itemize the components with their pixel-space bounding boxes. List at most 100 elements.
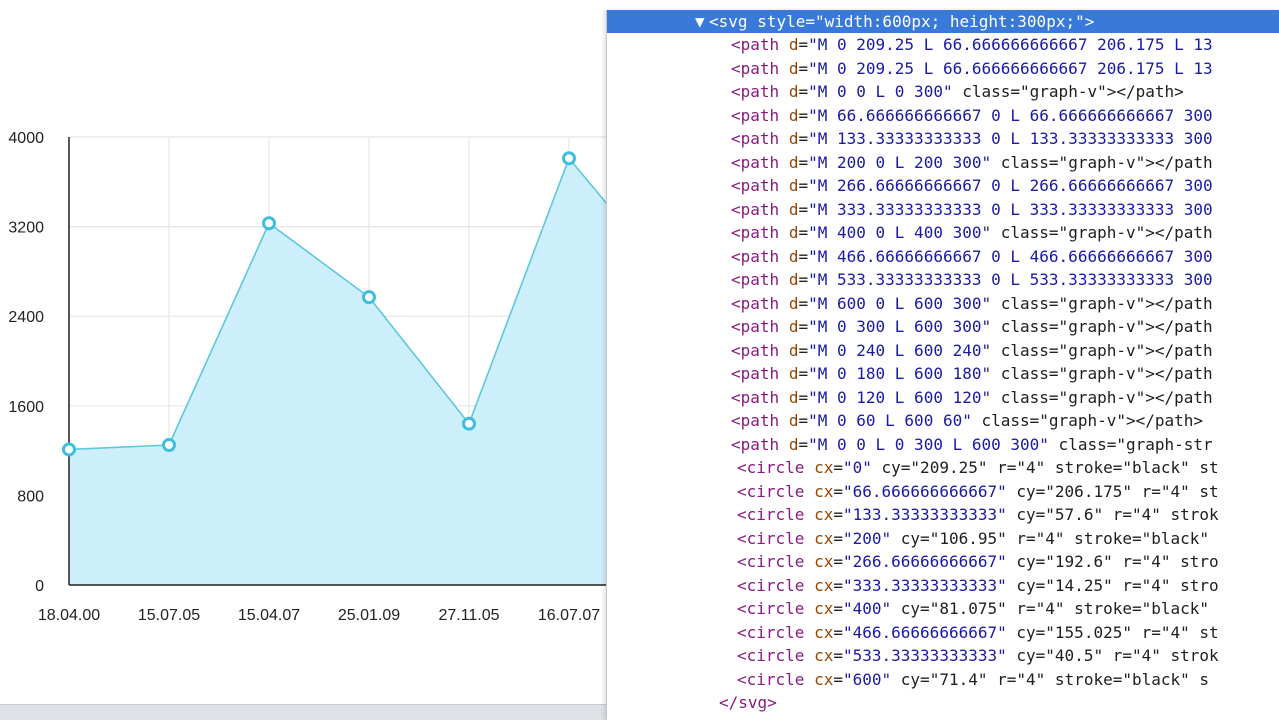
path-element-node[interactable]: <path d="M 200 0 L 200 300" class="graph… <box>731 151 1213 174</box>
code-token-tag: < <box>731 270 741 289</box>
path-element-node[interactable]: <path d="M 0 120 L 600 120" class="graph… <box>731 386 1213 409</box>
path-element-node[interactable]: <path d="M 266.66666666667 0 L 266.66666… <box>731 174 1213 197</box>
code-token-plain: = <box>833 552 843 571</box>
code-token-plain: = <box>798 293 809 313</box>
bottom-scrollbar[interactable] <box>0 704 612 720</box>
code-token-tag: < <box>731 317 741 336</box>
code-token-attr: cx <box>814 458 834 477</box>
circle-element-node[interactable]: <circle cx="133.33333333333" cy="57.6" r… <box>737 503 1219 526</box>
path-element-node[interactable]: <path d="M 333.33333333333 0 L 333.33333… <box>731 198 1213 221</box>
code-token-plain: = <box>798 364 809 383</box>
code-token-plain: = <box>798 340 809 360</box>
code-token-val: "M 0 120 L 600 120" <box>808 387 992 407</box>
circle-element-node[interactable]: <circle cx="200" cy="106.95" r="4" strok… <box>737 527 1209 550</box>
data-point[interactable] <box>462 416 476 431</box>
circle-element-node[interactable]: <circle cx="600" cy="71.4" r="4" stroke=… <box>737 668 1209 691</box>
code-token-tag: circle <box>746 552 805 571</box>
path-element-node[interactable]: <path d="M 600 0 L 600 300" class="graph… <box>731 292 1213 315</box>
svg-close-node[interactable]: </svg> <box>719 691 777 714</box>
code-token-val: "M 66.666666666667 0 L 66.666666666667 3… <box>808 105 1213 125</box>
code-token-tag: path <box>740 246 780 266</box>
code-token-attr: d <box>788 364 799 383</box>
circle-element-node[interactable]: <circle cx="400" cy="81.075" r="4" strok… <box>737 597 1209 620</box>
path-element-node[interactable]: <path d="M 0 60 L 600 60" class="graph-v… <box>731 409 1203 432</box>
y-tick-label: 800 <box>17 488 44 505</box>
code-token-tag: < <box>731 82 741 101</box>
code-token-attr: d <box>788 246 799 266</box>
path-element-node[interactable]: <path d="M 0 0 L 0 300" class="graph-v">… <box>731 80 1184 103</box>
code-token-tag: < <box>737 458 747 477</box>
circle-element-node[interactable]: <circle cx="533.33333333333" cy="40.5" r… <box>737 644 1219 667</box>
code-token-val: "0" <box>842 458 872 477</box>
code-token-plain: cy="81.075" r="4" stroke="black" <box>891 599 1210 618</box>
expand-triangle-icon[interactable]: ▼ <box>695 10 709 33</box>
path-element-node[interactable]: <path d="M 0 209.25 L 66.666666666667 20… <box>731 57 1213 80</box>
code-token-attr: d <box>788 434 799 454</box>
path-element-node[interactable]: <path d="M 66.666666666667 0 L 66.666666… <box>731 104 1213 127</box>
code-token-val: "M 0 180 L 600 180" <box>808 364 992 383</box>
code-token-tag: path <box>740 340 780 360</box>
circle-element-node[interactable]: <circle cx="333.33333333333" cy="14.25" … <box>737 574 1219 597</box>
code-token-plain: = <box>833 575 843 595</box>
path-element-node[interactable]: <path d="M 533.33333333333 0 L 533.33333… <box>731 268 1213 291</box>
code-token-val: "M 0 209.25 L 66.666666666667 206.175 L … <box>808 35 1213 54</box>
node-tag: svg <box>718 12 748 31</box>
circle-element-node[interactable]: <circle cx="0" cy="209.25" r="4" stroke=… <box>737 456 1219 479</box>
path-element-node[interactable]: <path d="M 0 0 L 0 300 L 600 300" class=… <box>731 433 1213 456</box>
data-point[interactable] <box>262 216 276 231</box>
code-token-tag: < <box>731 340 741 360</box>
data-point[interactable] <box>162 438 176 452</box>
code-token-val: "M 400 0 L 400 300" <box>808 223 992 242</box>
code-token-val: "M 266.66666666667 0 L 266.66666666667 3… <box>808 176 1213 195</box>
code-token-attr: cx <box>814 599 834 618</box>
code-token-tag: < <box>731 411 741 430</box>
y-tick-label: 1600 <box>8 399 44 416</box>
code-token-tag: path <box>740 58 780 78</box>
code-token-val: "M 0 240 L 600 240" <box>808 340 992 360</box>
data-point[interactable] <box>362 290 376 305</box>
code-token-attr: d <box>788 387 799 407</box>
code-token-tag: circle <box>746 669 805 689</box>
code-token-plain: = <box>798 434 809 454</box>
code-token-val: "M 533.33333333333 0 L 533.33333333333 3… <box>808 270 1213 289</box>
data-point[interactable] <box>62 442 76 457</box>
path-element-node[interactable]: <path d="M 0 300 L 600 300" class="graph… <box>731 315 1213 338</box>
code-token-tag: circle <box>746 599 805 618</box>
path-element-node[interactable]: <path d="M 0 180 L 600 180" class="graph… <box>731 362 1213 385</box>
code-token-tag: < <box>731 176 741 195</box>
code-token-tag: < <box>737 528 747 548</box>
code-token-plain: = <box>798 317 809 336</box>
path-element-node[interactable]: <path d="M 400 0 L 400 300" class="graph… <box>731 221 1213 244</box>
code-token-tag: path <box>740 434 780 454</box>
data-point[interactable] <box>562 151 576 166</box>
code-token-attr: d <box>788 129 799 148</box>
svg-element-node[interactable]: ▼ <svg style="width:600px; height:300px;"… <box>607 10 1279 33</box>
path-element-node[interactable]: <path d="M 0 209.25 L 66.666666666667 20… <box>731 33 1213 56</box>
code-token-tag: < <box>731 152 741 172</box>
circle-element-node[interactable]: <circle cx="466.66666666667" cy="155.025… <box>737 621 1219 644</box>
code-token-plain: = <box>798 176 809 195</box>
code-token-plain: = <box>798 223 809 242</box>
code-token-attr: cx <box>814 552 834 571</box>
code-token-tag: path <box>740 199 780 219</box>
path-element-node[interactable]: <path d="M 0 240 L 600 240" class="graph… <box>731 339 1213 362</box>
path-element-node[interactable]: <path d="M 466.66666666667 0 L 466.66666… <box>731 245 1213 268</box>
circle-element-node[interactable]: <circle cx="66.666666666667" cy="206.175… <box>737 480 1219 503</box>
code-token-attr: cx <box>814 575 834 595</box>
path-element-node[interactable]: <path d="M 133.33333333333 0 L 133.33333… <box>731 127 1213 150</box>
code-token-tag: path <box>740 152 780 172</box>
code-token-plain: = <box>798 58 809 78</box>
circle-element-node[interactable]: <circle cx="266.66666666667" cy="192.6" … <box>737 550 1219 573</box>
close-tag: </svg> <box>719 693 777 712</box>
code-token-plain: = <box>798 199 809 219</box>
